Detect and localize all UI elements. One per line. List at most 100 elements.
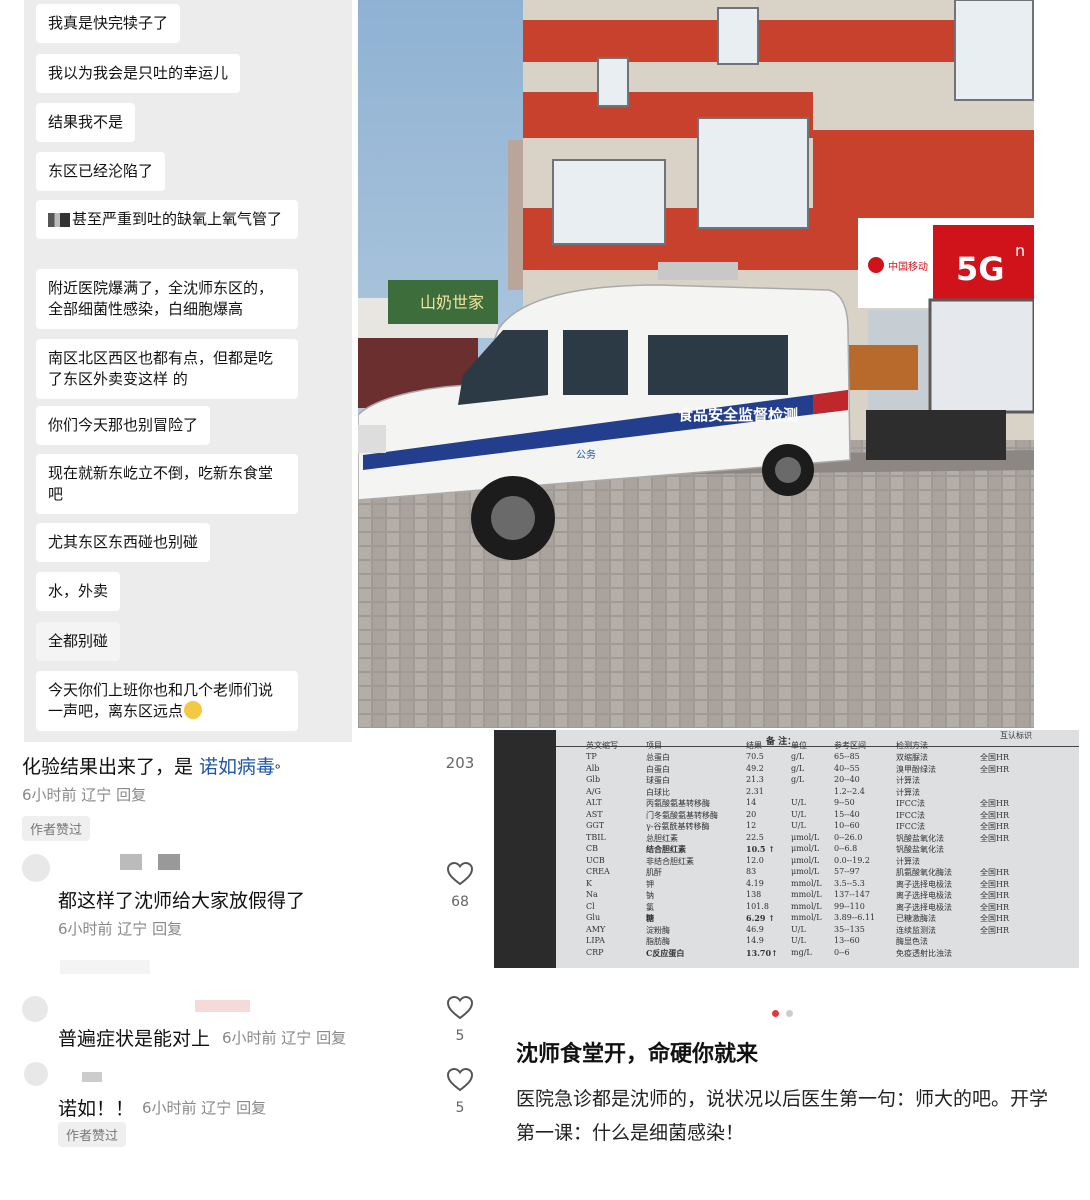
author-liked-badge: 作者赞过 [58,1122,127,1147]
chat-message: 南区北区西区也都有点，但都是吃了东区外卖变这样 的 [36,339,298,399]
report-cell: 70.5 [746,752,764,761]
report-cell: 结合胆红素 [646,844,686,854]
lab-report-photo: 备 注： 英文缩写 项目 结果 单位 参考区间 检测方法 互认标识 TP 总蛋白 70.5 g/… [494,730,1079,968]
like-count: 5 [455,1100,465,1116]
report-cell: 全国HR [980,879,1009,889]
report-cell: 101.8 [746,901,769,911]
chat-message: 结果我不是 [36,103,136,142]
chat-message: 水，外卖 [36,572,121,611]
report-cell: 总胆红素 [646,833,678,843]
like-button[interactable]: 5 [445,1067,475,1116]
report-cell: 20--40 [834,775,860,784]
chat-message: 尤其东区东西碰也别碰 [36,523,211,562]
comment-text: 普遍症状是能对上 [58,1028,211,1050]
report-cell: K [586,878,592,888]
report-cell: 球蛋白 [646,776,670,785]
report-cell: IFCC法 [896,822,925,831]
comment-meta[interactable]: 6小时前 辽宁 回复 [22,784,146,805]
report-cell: 49.2 [746,763,764,773]
report-cell: 已糖激酶法 [896,914,936,923]
report-cert-header: 互认标识 [1000,731,1032,740]
chat-message: 今天你们上班你也和几个老师们说一声吧，离东区远点 [36,671,298,731]
carousel-dot[interactable] [786,1010,793,1017]
report-cell: 全国HR [980,810,1009,820]
report-cell: mmol/L [791,913,822,922]
report-cell: U/L [791,798,806,807]
report-cell: 全国HR [980,822,1009,831]
report-cell: 14.9 [746,936,764,945]
heart-icon [446,1067,474,1092]
report-cell: 计算法 [896,787,920,797]
avatar[interactable] [24,1062,48,1086]
post-title: 沈师食堂开，命硬你就来 [516,1042,759,1067]
report-cell: 全国HR [980,868,1009,877]
report-cell: 13.70↑ [746,947,778,958]
report-cell: TP [586,752,597,761]
street-photo: 山奶世家 5G n 中国移动 食品安全监督检测 公务 [358,0,1034,728]
store-5g-sup: n [1015,241,1025,260]
comment-meta[interactable]: 6小时前 辽宁 回复 [58,918,182,939]
report-cell: 14 [746,798,757,807]
lab-report-sheet: 备 注： 英文缩写 项目 结果 单位 参考区间 检测方法 互认标识 TP 总蛋白 70.5 g/… [556,730,1079,968]
redaction-mark [48,212,70,227]
shop-sign-text: 山奶世家 [420,293,484,312]
report-header-cell: 检测方法 [896,741,928,750]
chat-message: 你们今天那也别冒险了 [36,406,211,445]
redacted-username [120,854,142,870]
report-cell: 离子选择电极法 [896,902,952,912]
report-cell: 溴甲酚绿法 [896,764,936,774]
avatar[interactable] [22,854,50,882]
report-cell: 计算法 [896,776,920,785]
report-header-cell: 项目 [646,741,662,750]
comment-section: 化验结果出来了，是 诺如病毒ᵒ 6小时前 辽宁 回复 作者赞过 203 都这样了… [10,742,494,1162]
report-cell: 全国HR [980,764,1009,774]
report-header-cell: 参考区间 [834,741,866,750]
like-count: 203 [445,754,475,772]
report-cell: g/L [791,763,805,773]
report-cell: Cl [586,901,595,911]
report-cell: 钒酸盐氧化法 [896,845,944,854]
report-cell: U/L [791,809,806,819]
report-cell: ALT [586,798,602,807]
report-cell: 连续监测法 [896,925,936,935]
report-cell: 脂肪酶 [646,937,670,946]
report-cell: 10.5 ↑ [746,844,775,854]
report-cell: 全国HR [980,891,1009,900]
report-cell: 10--60 [834,821,860,830]
report-cell: 门冬氨酸氨基转移酶 [646,810,718,820]
report-cell: 22.5 [746,832,764,842]
report-cell: g/L [791,775,805,784]
comment-text: 都这样了沈师给大家放假得了 [58,890,306,912]
van-badge-text: 公务 [576,448,596,461]
store-brand-text: 中国移动 [888,260,928,273]
report-cell: mg/L [791,947,812,957]
like-button[interactable]: 68 [445,861,475,910]
like-button[interactable]: 5 [445,995,475,1044]
chat-message: 全都别碰 [36,622,121,661]
report-cell: 83 [746,867,757,876]
report-cell: 3.5--5.3 [834,878,865,888]
report-cell: 12 [746,821,757,830]
chat-message: 附近医院爆满了，全沈师东区的，全部细菌性感染，白细胞爆高 [36,269,298,329]
post-body: 医院急诊都是沈师的，说状况以后医生第一句：师大的吧。开学第一课：什么是细菌感染！ [516,1088,1049,1144]
chat-message: 东区已经沦陷了 [36,152,166,191]
carousel-dot-active[interactable] [772,1010,779,1017]
report-cell: 白球比 [646,787,670,797]
report-cell: 离子选择电极法 [896,879,952,889]
redacted-username [195,1000,250,1012]
comment-meta[interactable]: 6小时前 辽宁 回复 [222,1027,346,1048]
report-cell: CB [586,844,598,853]
van-side-text: 食品安全监督检测 [678,406,798,424]
search-link[interactable]: 诺如病毒 [199,756,275,778]
comment-meta[interactable]: 6小时前 辽宁 回复 [142,1097,266,1118]
report-cell: 21.3 [746,775,764,784]
report-cell: 丙氨酸氨基转移酶 [646,799,710,808]
report-cell: 钠 [646,891,654,900]
report-cell: 6.29 ↑ [746,913,775,923]
chat-message: 我以为我会是只吐的幸运儿 [36,54,241,93]
report-cell: TBIL [586,832,606,842]
report-cell: 全国HR [980,902,1009,912]
avatar[interactable] [22,996,48,1022]
report-header-cell: 英文缩写 [586,741,618,750]
like-button[interactable]: 203 [445,750,475,772]
